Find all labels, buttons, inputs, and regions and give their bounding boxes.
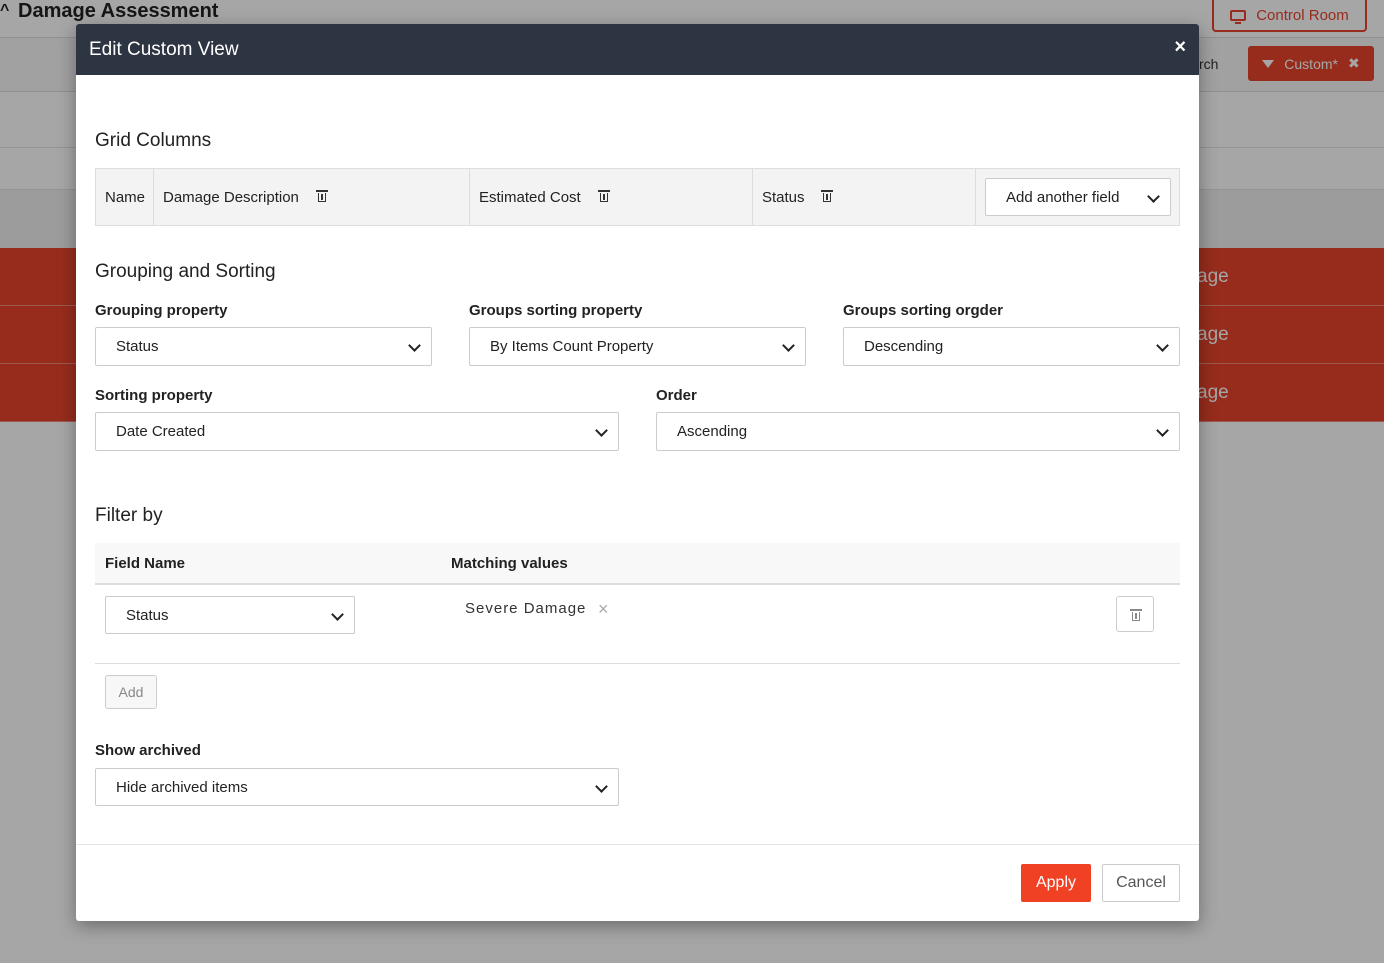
filter-by-title: Filter by: [95, 505, 163, 526]
sorting-property-select[interactable]: Date Created: [95, 412, 619, 451]
groups-sorting-order-select[interactable]: Descending: [843, 327, 1180, 366]
edit-custom-view-modal: Edit Custom View × Grid Columns Name Dam…: [76, 24, 1199, 921]
cancel-button[interactable]: Cancel: [1102, 864, 1180, 902]
chevron-down-icon: [782, 339, 795, 352]
delete-filter-button[interactable]: [1116, 596, 1154, 632]
grouping-property-select[interactable]: Status: [95, 327, 432, 366]
apply-button[interactable]: Apply: [1021, 864, 1091, 902]
chevron-down-icon: [1156, 424, 1169, 437]
grouping-property-label: Grouping property: [95, 302, 228, 319]
chevron-down-icon: [1156, 339, 1169, 352]
filter-table-header: Field Name Matching values: [95, 543, 1180, 585]
grid-column-damage-description[interactable]: Damage Description: [154, 169, 470, 225]
modal-footer-divider: [76, 844, 1199, 845]
filter-row-divider: [95, 663, 1180, 664]
grid-columns-bar: Name Damage Description Estimated Cost S…: [95, 168, 1180, 226]
trash-icon[interactable]: [598, 190, 610, 202]
groups-sorting-property-select[interactable]: By Items Count Property: [469, 327, 806, 366]
modal-header: Edit Custom View ×: [76, 24, 1199, 75]
order-label: Order: [656, 387, 697, 404]
trash-icon[interactable]: [821, 190, 833, 202]
modal-title: Edit Custom View: [89, 39, 239, 60]
add-field-select[interactable]: Add another field: [985, 178, 1171, 216]
add-filter-button[interactable]: Add: [105, 675, 157, 709]
chevron-down-icon: [1147, 190, 1160, 203]
grouping-sorting-title: Grouping and Sorting: [95, 261, 276, 282]
filter-field-select[interactable]: Status: [105, 596, 355, 634]
chevron-down-icon: [595, 424, 608, 437]
show-archived-select[interactable]: Hide archived items: [95, 768, 619, 806]
chevron-down-icon: [408, 339, 421, 352]
close-icon[interactable]: ×: [1174, 36, 1186, 58]
grid-columns-title: Grid Columns: [95, 130, 212, 151]
matching-values-header: Matching values: [451, 555, 568, 572]
chevron-down-icon: [331, 608, 344, 621]
grid-column-name[interactable]: Name: [96, 169, 154, 225]
order-select[interactable]: Ascending: [656, 412, 1180, 451]
chevron-down-icon: [595, 780, 608, 793]
trash-icon: [1130, 609, 1142, 621]
field-name-header: Field Name: [105, 555, 186, 572]
matching-value-chip: Severe Damage: [465, 600, 587, 617]
trash-icon[interactable]: [316, 190, 328, 202]
grid-column-estimated-cost[interactable]: Estimated Cost: [470, 169, 753, 225]
groups-sorting-property-label: Groups sorting property: [469, 302, 643, 319]
show-archived-label: Show archived: [95, 742, 201, 759]
sorting-property-label: Sorting property: [95, 387, 213, 404]
groups-sorting-order-label: Groups sorting orgder: [843, 302, 1004, 319]
remove-value-icon[interactable]: ×: [598, 600, 609, 618]
grid-column-status[interactable]: Status: [753, 169, 976, 225]
